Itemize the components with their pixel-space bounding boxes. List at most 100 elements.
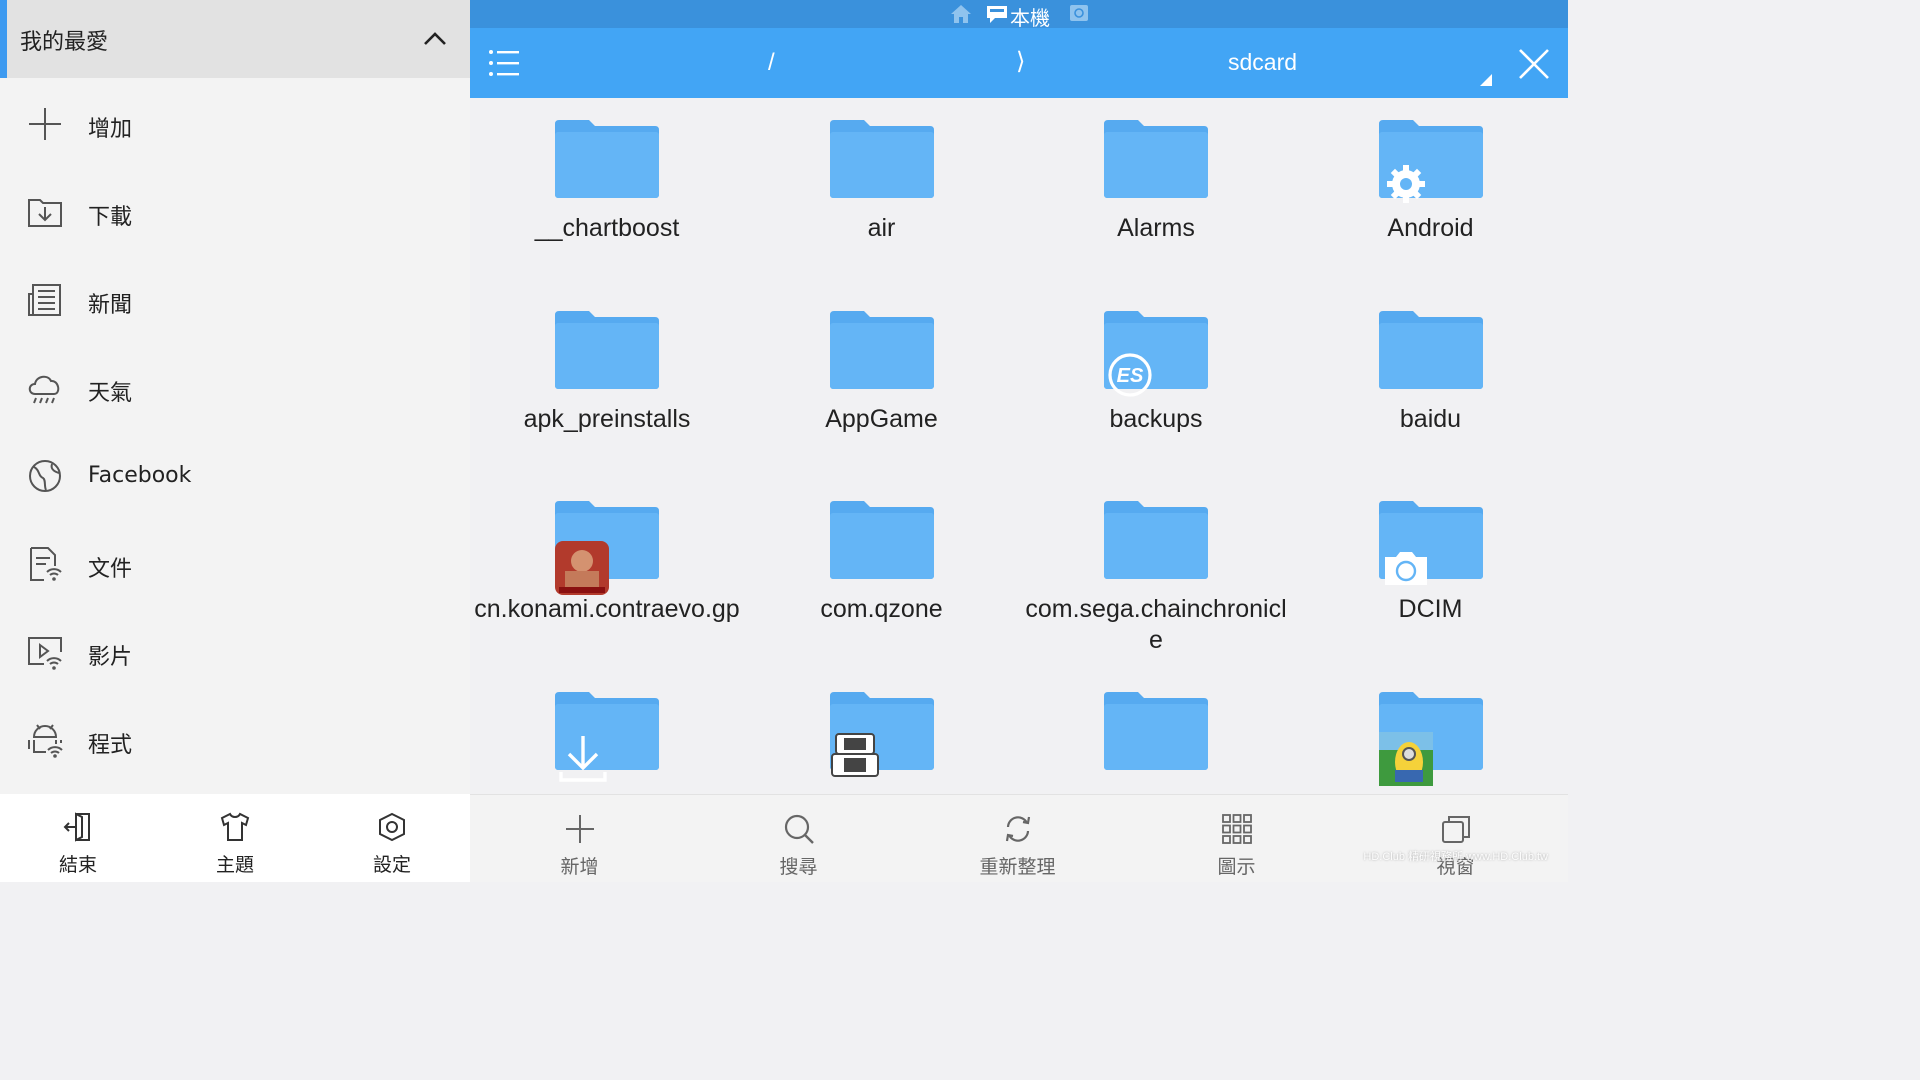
theme-button[interactable]: 主題 <box>157 794 313 882</box>
path-bar: / ⟩ sdcard <box>470 28 1568 98</box>
folder-item[interactable]: baidu <box>1294 289 1568 479</box>
folder-item[interactable]: com.sega.chainchronicle <box>1019 479 1293 669</box>
new-label: 新增 <box>560 856 599 878</box>
folder-name: Android <box>1387 214 1474 242</box>
path-current[interactable]: sdcard <box>1228 49 1297 76</box>
app-icon <box>28 724 63 758</box>
folder-name: cn.konami.contraevo.gp <box>474 595 740 623</box>
file-grid: __chartboost air Alarms Android apk_preinsta… <box>470 98 1568 794</box>
settings-icon <box>379 812 405 842</box>
document-icon <box>30 547 62 581</box>
news-icon <box>28 284 61 316</box>
list-menu-icon[interactable] <box>488 48 520 78</box>
globe-icon <box>29 460 61 492</box>
download-folder-icon <box>28 199 62 227</box>
location-strip: 本機 <box>470 0 1568 30</box>
folder-item[interactable]: air <box>745 98 1019 288</box>
folder-name: backups <box>1109 404 1203 433</box>
search-button[interactable]: 搜尋 <box>689 795 908 883</box>
theme-label: 主題 <box>215 854 254 876</box>
dropdown-corner-icon[interactable] <box>1480 74 1492 86</box>
folder-icon <box>555 501 659 595</box>
folder-item[interactable]: com.qzone <box>745 479 1019 669</box>
folder-name: Alarms <box>1117 214 1195 242</box>
folder-item[interactable]: Android <box>1294 98 1568 288</box>
drawer-item-label: 增加 <box>88 117 133 142</box>
exit-icon <box>63 812 90 842</box>
refresh-icon <box>1005 816 1031 842</box>
folder-icon <box>555 691 659 782</box>
folder-icon <box>829 691 934 777</box>
search-icon <box>784 814 814 844</box>
exit-label: 結束 <box>58 854 97 876</box>
settings-button[interactable]: 設定 <box>314 794 470 882</box>
exit-button[interactable]: 結束 <box>0 794 156 882</box>
folder-name: __chartboost <box>534 214 680 242</box>
bottom-toolbar: 新增 搜尋 重新整理 圖示 視窗 HD.Club 精研視務所 www.HD.Cl… <box>470 794 1568 882</box>
svg-text:ES: ES <box>1117 365 1144 387</box>
drawer-item-documents[interactable]: 文件 <box>0 524 470 604</box>
drawer-item-label: Facebook <box>88 463 192 488</box>
view-mode-label: 圖示 <box>1217 856 1256 878</box>
drawer-item-add[interactable]: 增加 <box>0 84 470 164</box>
folder-icon <box>829 310 934 389</box>
folder-item[interactable] <box>470 670 744 795</box>
drawer-item-label: 下載 <box>88 205 133 230</box>
settings-label: 設定 <box>372 854 411 876</box>
drawer-header[interactable]: 我的最愛 <box>0 0 470 78</box>
folder-name: com.qzone <box>820 595 943 623</box>
folder-icon <box>829 501 934 579</box>
path-separator: ⟩ <box>1016 48 1026 75</box>
plus-icon <box>29 108 61 140</box>
folder-item[interactable]: apk_preinstalls <box>470 289 744 479</box>
remote-icon[interactable] <box>1068 4 1090 24</box>
folder-item[interactable]: __chartboost <box>470 98 744 288</box>
folder-icon <box>1104 501 1208 579</box>
folder-item[interactable]: cn.konami.contraevo.gp <box>470 479 744 669</box>
folder-item[interactable]: Alarms <box>1019 98 1293 288</box>
watermark: HD.Club 精研視務所 www.HD.Club.tw <box>1363 851 1548 863</box>
drawer-item-apps[interactable]: 程式 <box>0 700 470 780</box>
refresh-label: 重新整理 <box>979 856 1056 878</box>
view-mode-button[interactable]: 圖示 <box>1127 795 1346 883</box>
video-icon <box>28 637 62 670</box>
folder-name: air <box>867 214 896 242</box>
drawer-title: 我的最愛 <box>20 30 109 55</box>
drawer-item-video[interactable]: 影片 <box>0 612 470 692</box>
new-button[interactable]: 新增 <box>470 795 689 883</box>
drawer-item-facebook[interactable]: Facebook <box>0 436 470 516</box>
folder-name: DCIM <box>1398 595 1463 623</box>
folder-name: com.sega.chainchronicle <box>1025 595 1287 654</box>
drawer-bottom-bar: 結束 主題 設定 <box>0 794 470 882</box>
home-icon[interactable] <box>950 4 972 24</box>
folder-icon <box>1378 691 1483 786</box>
folder-name: apk_preinstalls <box>523 404 691 433</box>
folder-name: baidu <box>1399 404 1462 433</box>
folder-item[interactable] <box>745 670 1019 795</box>
folder-item[interactable]: DCIM <box>1294 479 1568 669</box>
path-root[interactable]: / <box>768 49 775 77</box>
folder-item[interactable]: ES backups <box>1019 289 1293 479</box>
windows-button[interactable]: 視窗 <box>1346 795 1565 883</box>
folder-icon <box>829 120 934 198</box>
folder-item[interactable]: AppGame <box>745 289 1019 479</box>
plus-icon <box>566 815 594 843</box>
folder-icon <box>1378 120 1483 203</box>
folder-icon <box>1378 501 1483 585</box>
chevron-up-icon[interactable] <box>420 24 450 54</box>
folder-name: AppGame <box>825 404 938 433</box>
refresh-button[interactable]: 重新整理 <box>908 795 1127 883</box>
drawer-item-weather[interactable]: 天氣 <box>0 348 470 428</box>
drawer-item-news[interactable]: 新聞 <box>0 260 470 340</box>
folder-icon <box>1378 310 1483 389</box>
drawer-item-download[interactable]: 下載 <box>0 172 470 252</box>
folder-item[interactable] <box>1019 670 1293 795</box>
windows-icon <box>1442 816 1470 843</box>
drawer-item-label: 天氣 <box>88 381 133 406</box>
search-label: 搜尋 <box>779 856 818 878</box>
close-icon[interactable] <box>1517 47 1551 81</box>
drawer-item-label: 程式 <box>88 733 133 758</box>
folder-icon <box>1104 120 1208 198</box>
folder-item[interactable] <box>1294 670 1568 795</box>
weather-icon <box>28 375 60 404</box>
